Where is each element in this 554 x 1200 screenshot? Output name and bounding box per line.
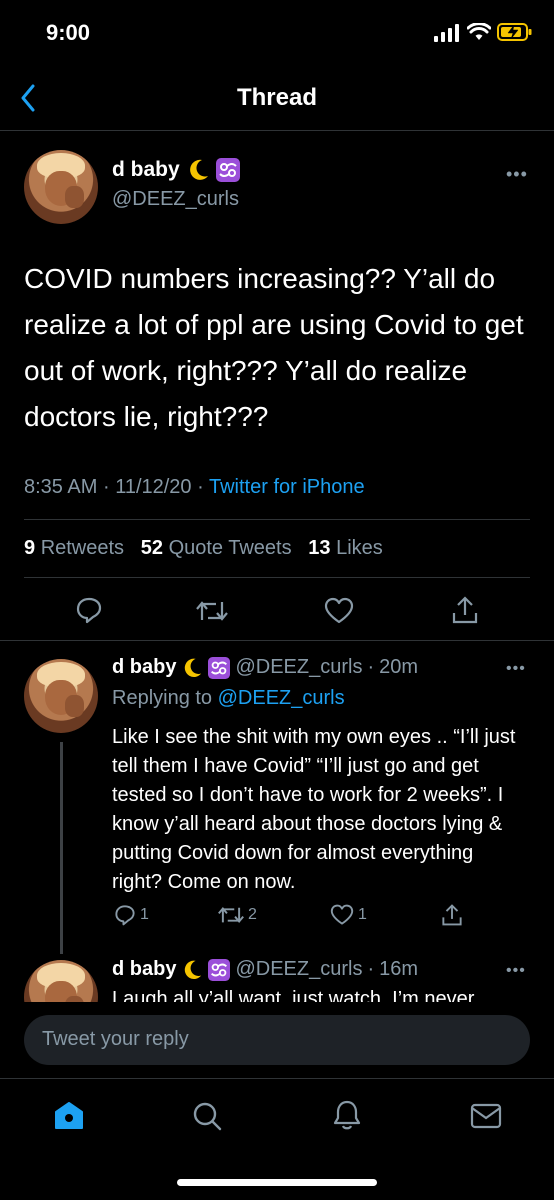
- status-bar: 9:00: [0, 0, 554, 64]
- display-name: d baby: [112, 158, 180, 181]
- compose-placeholder: Tweet your reply: [42, 1028, 189, 1050]
- handle: @DEEZ_curls: [235, 958, 363, 980]
- like-action[interactable]: 1: [330, 904, 367, 926]
- thread-line: [60, 742, 63, 954]
- retweet-icon: [218, 906, 244, 924]
- retweet-icon[interactable]: [196, 598, 228, 624]
- tweet-text: COVID numbers increasing?? Y’all do real…: [24, 263, 524, 432]
- cellular-signal-icon: [434, 24, 459, 42]
- reply-2-clip: d baby @DEEZ_curls · 16m ••• Laugh all y…: [0, 950, 554, 1002]
- reply-icon: [115, 905, 135, 926]
- search-icon[interactable]: [192, 1101, 222, 1131]
- reply-author-line[interactable]: d baby @DEEZ_curls · 16m: [112, 958, 418, 981]
- replying-to-handle-link[interactable]: @DEEZ_curls: [218, 687, 345, 709]
- avatar[interactable]: [24, 150, 98, 224]
- reply-author-line[interactable]: d baby @DEEZ_curls · 20m: [112, 656, 418, 679]
- retweets-stat[interactable]: 9 Retweets: [24, 537, 130, 559]
- crescent-moon-icon: [189, 159, 208, 180]
- retweet-count: 2: [248, 906, 257, 923]
- reply-action[interactable]: 1: [114, 904, 149, 926]
- more-options-icon[interactable]: •••: [506, 660, 526, 678]
- bottom-tab-bar: [0, 1079, 554, 1200]
- crescent-moon-icon: [185, 658, 202, 677]
- reply-text: Laugh all y’all want, just watch. I’m ne…: [112, 988, 475, 1002]
- tweet-timestamp-line: 8:35 AM · 11/12/20 · Twitter for iPhone: [24, 476, 365, 498]
- reply-time: 16m: [379, 958, 419, 980]
- author-line[interactable]: d baby: [112, 158, 240, 182]
- reply-icon[interactable]: [75, 596, 103, 624]
- cancer-zodiac-icon: [215, 158, 240, 182]
- quote-tweets-stat[interactable]: 52 Quote Tweets: [141, 537, 297, 559]
- like-heart-icon[interactable]: [324, 597, 354, 625]
- display-name: d baby: [112, 656, 177, 678]
- compose-bar: Tweet your reply: [0, 1002, 554, 1078]
- envelope-icon[interactable]: [470, 1103, 502, 1129]
- reply-time: 20m: [379, 656, 419, 678]
- replying-to-line: Replying to @DEEZ_curls: [112, 687, 345, 709]
- tweet-date: 11/12/20: [115, 476, 192, 498]
- tweet-time: 8:35 AM: [24, 476, 98, 498]
- reply-compose-input[interactable]: Tweet your reply: [24, 1015, 530, 1065]
- wifi-icon: [467, 23, 491, 40]
- status-time: 9:00: [46, 20, 91, 45]
- cancer-zodiac-icon: [208, 656, 231, 679]
- home-icon[interactable]: [54, 1101, 84, 1131]
- like-heart-icon: [330, 904, 354, 925]
- like-count: 1: [358, 906, 367, 923]
- cancer-zodiac-icon: [208, 958, 231, 981]
- handle: @DEEZ_curls: [235, 656, 363, 678]
- engagement-stats: 9 Retweets 52 Quote Tweets 13 Likes: [24, 537, 383, 560]
- nav-header: Thread: [0, 64, 554, 130]
- reply-avatar[interactable]: [24, 960, 98, 1002]
- more-options-icon[interactable]: •••: [506, 962, 526, 980]
- reply-text: Like I see the shit with my own eyes .. …: [112, 726, 516, 893]
- crescent-moon-icon: [185, 960, 202, 979]
- bell-icon[interactable]: [332, 1099, 362, 1131]
- reply-count: 1: [140, 906, 149, 923]
- likes-stat[interactable]: 13 Likes: [308, 537, 383, 559]
- share-icon[interactable]: [441, 903, 463, 927]
- battery-charging-icon: [497, 23, 532, 41]
- more-options-icon[interactable]: •••: [506, 164, 528, 185]
- share-icon[interactable]: [451, 595, 479, 625]
- handle[interactable]: @DEEZ_curls: [112, 188, 239, 211]
- retweet-action[interactable]: 2: [218, 904, 257, 926]
- page-title: Thread: [236, 84, 317, 111]
- display-name: d baby: [112, 958, 177, 980]
- reply-avatar[interactable]: [24, 659, 98, 733]
- tweet-source-link[interactable]: Twitter for iPhone: [209, 476, 365, 498]
- home-indicator: [177, 1179, 377, 1186]
